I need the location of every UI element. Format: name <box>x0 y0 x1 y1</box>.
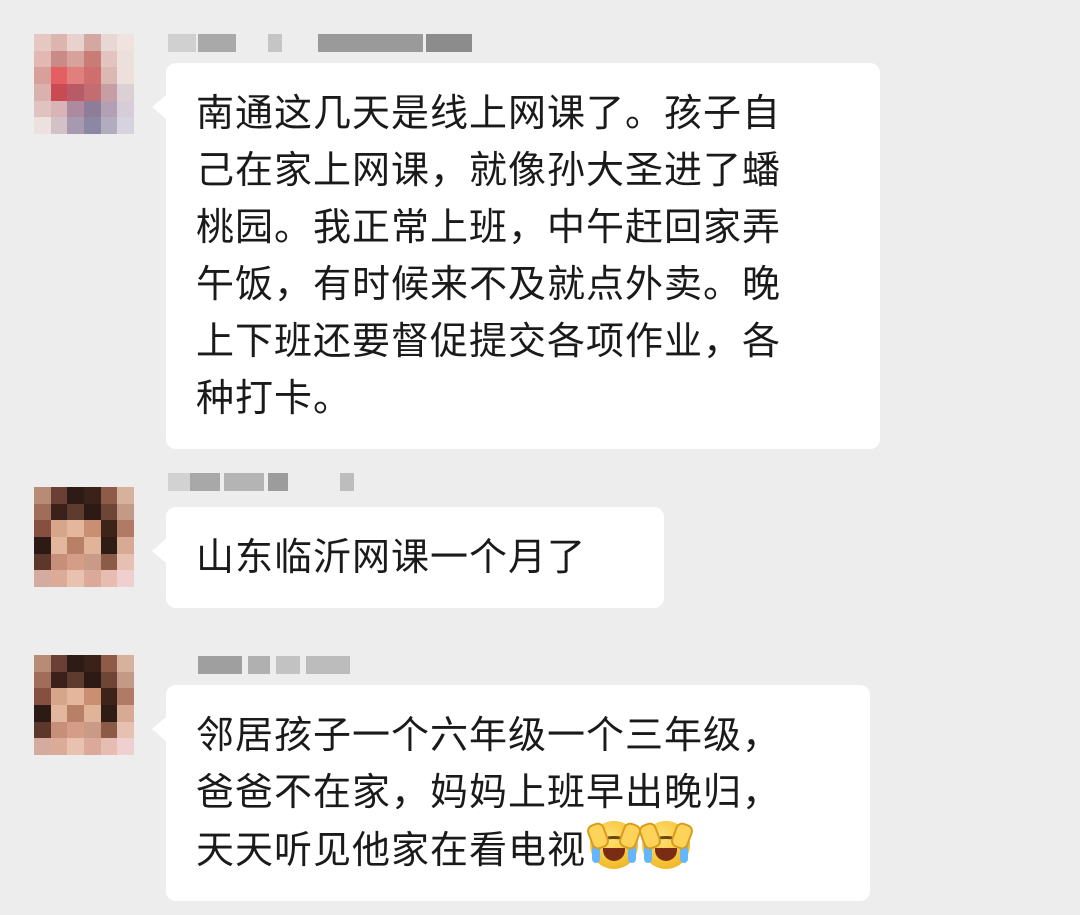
message-text-line: 己在家上网课，就像孙大圣进了蟠 <box>196 148 782 192</box>
message-text-line: 上下班还要督促提交各项作业，各 <box>196 319 782 363</box>
message-text-line: 邻居孩子一个六年级一个三年级， <box>196 713 782 757</box>
message-bubble[interactable]: 邻居孩子一个六年级一个三年级， 爸爸不在家，妈妈上班早出晚归， 天天听见他家在看… <box>152 685 870 901</box>
message-text-line: 桃园。我正常上班，中午赶回家弄 <box>196 205 782 249</box>
avatar-blurred[interactable] <box>34 487 134 587</box>
message-text-line: 爸爸不在家，妈妈上班早出晚归， <box>196 770 782 814</box>
message-text-line: 午饭，有时候来不及就点外卖。晚 <box>196 262 782 306</box>
message-text-line: 山东临沂网课一个月了 <box>196 535 587 579</box>
avatar-blurred[interactable] <box>34 655 134 755</box>
message-text-line: 南通这几天是线上网课了。孩子自 <box>196 91 782 135</box>
message-bubble[interactable]: 山东临沂网课一个月了 <box>152 507 664 608</box>
face-palm-crying-emoji-icon <box>585 820 643 869</box>
message-text-line: 种打卡。 <box>196 376 353 420</box>
message-text-line: 天天听见他家在看电视 <box>196 820 840 879</box>
avatar-blurred[interactable] <box>34 34 134 134</box>
message-bubble[interactable]: 南通这几天是线上网课了。孩子自 己在家上网课，就像孙大圣进了蟠 桃园。我正常上班… <box>152 63 880 449</box>
face-palm-crying-emoji-icon <box>637 820 695 869</box>
message-text: 天天听见他家在看电视 <box>196 828 587 872</box>
